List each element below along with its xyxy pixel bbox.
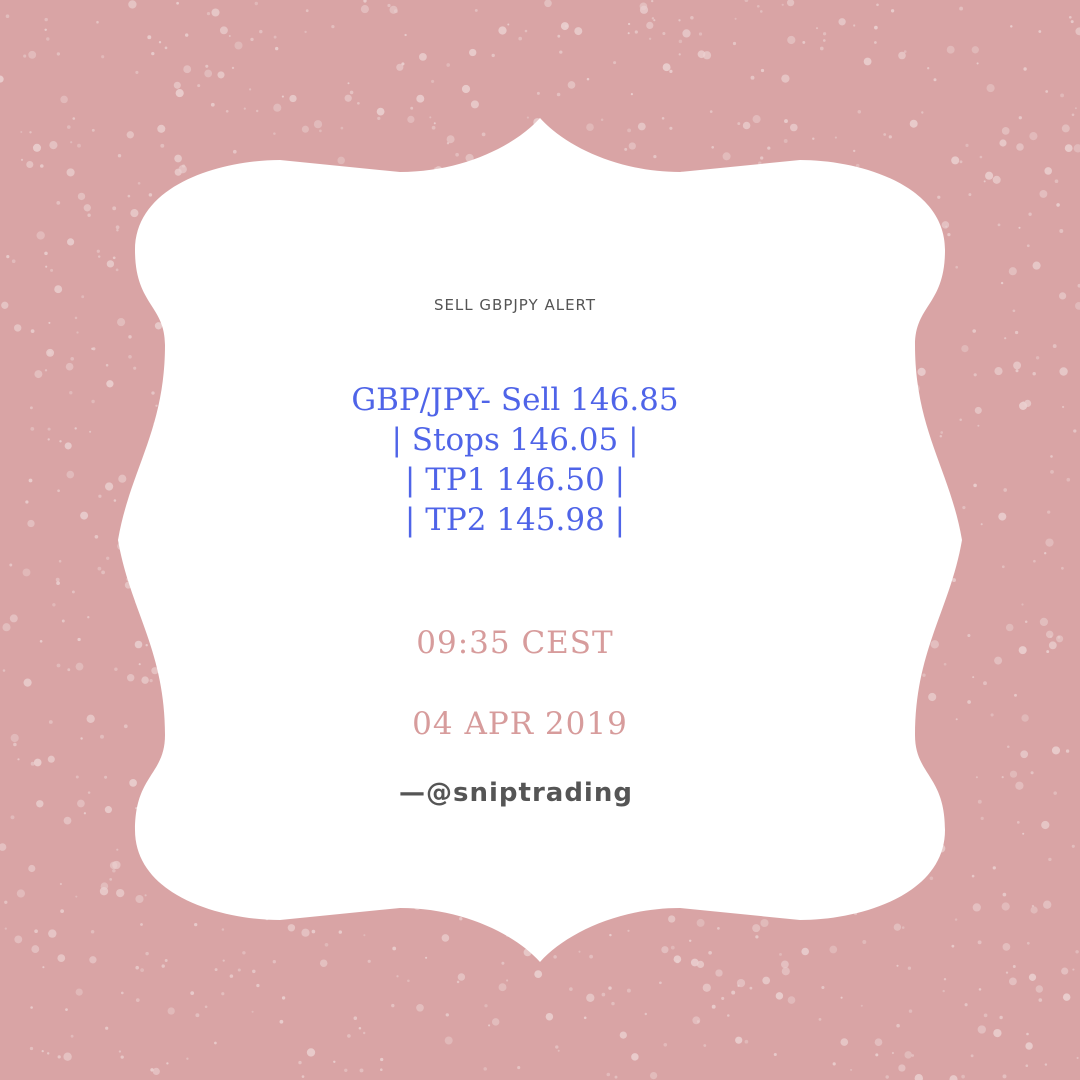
signal-line-tp2: | TP2 145.98 | (404, 502, 626, 538)
signal-line-tp1: | TP1 146.50 | (404, 462, 626, 498)
alert-time: 09:35 CEST (416, 625, 614, 661)
alert-date: 04 APR 2019 (412, 706, 628, 742)
trade-signal: GBP/JPY- Sell 146.85 | Stops 146.05 | | … (0, 380, 1030, 540)
signal-line-entry: GBP/JPY- Sell 146.85 (351, 382, 679, 418)
card-content: SELL GBPJPY ALERT GBP/JPY- Sell 146.85 |… (0, 0, 1080, 1080)
alert-heading: SELL GBPJPY ALERT (433, 296, 597, 314)
signal-line-stops: | Stops 146.05 | (391, 422, 639, 458)
author-handle: —@sniptrading (399, 778, 633, 808)
